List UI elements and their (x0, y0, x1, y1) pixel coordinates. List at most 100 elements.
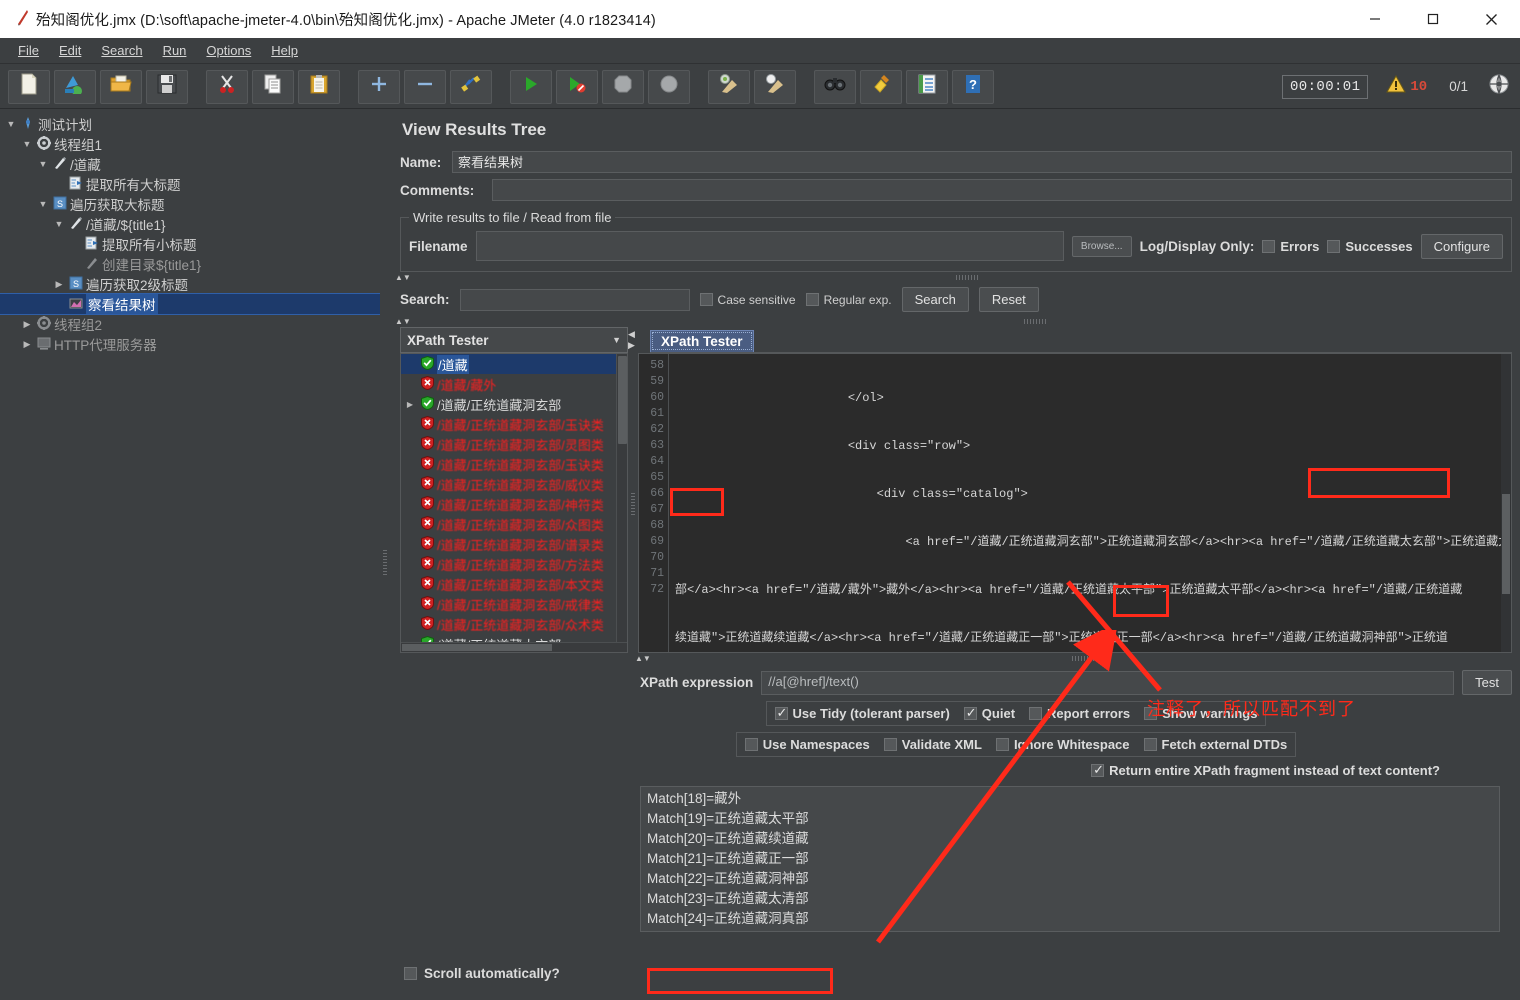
return-fragment-checkbox[interactable]: Return entire XPath fragment instead of … (1091, 762, 1440, 778)
scrollbar-thumb[interactable] (618, 356, 627, 444)
results-splitter[interactable] (628, 353, 638, 653)
copy-button[interactable] (252, 69, 294, 104)
filename-input[interactable] (475, 231, 1064, 261)
cut-button[interactable] (206, 69, 248, 104)
menu-file[interactable]: File (8, 41, 49, 60)
checkbox-box[interactable] (1143, 738, 1157, 751)
twisty-icon[interactable]: ▶ (20, 319, 34, 330)
list-item[interactable]: /道藏/正统道藏洞玄部/玉诀类 (401, 414, 627, 434)
tree-node-view-results-tree[interactable]: 察看结果树 (0, 293, 380, 315)
splitter-arrows-icon[interactable]: ▲▼ (395, 317, 411, 326)
ignore-whitespace-checkbox[interactable]: Ignore Whitespace (995, 737, 1130, 752)
twisty-icon[interactable]: ▼ (36, 199, 50, 209)
menu-search[interactable]: Search (91, 41, 152, 60)
validate-xml-checkbox[interactable]: Validate XML (883, 737, 982, 752)
twisty-icon[interactable]: ▼ (52, 219, 66, 229)
scrollbar-thumb[interactable] (402, 644, 552, 651)
response-code-viewer[interactable]: 58 59 60 61 62 63 64 65 66 67 68 69 70 7… (638, 353, 1512, 653)
test-plan-tree[interactable]: ▼ 测试计划 ▼ 线程组1 ▼ /道藏 提取所有大标题 ▼ S 遍历获取大标题 … (0, 110, 380, 1000)
checkbox-box[interactable] (699, 293, 713, 306)
list-item[interactable]: /道藏/正统道藏洞玄部/灵图类 (401, 434, 627, 454)
tree-node-foreach-major[interactable]: ▼ S 遍历获取大标题 (0, 194, 380, 214)
code-bottom-splitter[interactable]: ▲▼ (632, 653, 1512, 664)
lower-splitter[interactable]: ▲▼ (392, 316, 1520, 327)
tab-scroll-arrows[interactable]: ◀ ▶ (628, 327, 638, 353)
list-item[interactable]: /道藏 (401, 354, 627, 374)
stop-button[interactable] (602, 69, 644, 104)
list-item[interactable]: /道藏/正统道藏洞玄部/神符类 (401, 494, 627, 514)
tree-node-extract-major-titles[interactable]: 提取所有大标题 (0, 174, 380, 194)
case-sensitive-checkbox[interactable]: Case sensitive (699, 293, 796, 307)
reset-search-button[interactable] (860, 69, 902, 104)
templates-button[interactable] (54, 69, 96, 104)
twisty-icon[interactable]: ▼ (4, 119, 18, 129)
name-input[interactable]: 察看结果树 (452, 151, 1512, 173)
checkbox-box[interactable] (883, 738, 897, 751)
remote-globe-icon[interactable] (1488, 73, 1510, 100)
expand-all-button[interactable] (358, 69, 400, 104)
use-namespaces-checkbox[interactable]: Use Namespaces (744, 737, 870, 752)
sample-result-list[interactable]: /道藏 /道藏/藏外 ▶ /道藏/正统道藏洞玄部 /道藏/正统道藏洞玄部/玉诀类… (400, 353, 628, 653)
menu-help[interactable]: Help (261, 41, 308, 60)
tree-node-thread-group-1[interactable]: ▼ 线程组1 (0, 134, 380, 154)
menu-edit[interactable]: Edit (49, 41, 91, 60)
checkbox-box[interactable] (1091, 762, 1105, 777)
xpath-expression-input[interactable]: //a[@href]/text() (761, 670, 1455, 695)
checkbox-box[interactable] (805, 293, 819, 306)
list-item[interactable]: /道藏/正统道藏洞玄部/玉诀类 (401, 454, 627, 474)
toggle-button[interactable] (450, 69, 492, 104)
menu-run[interactable]: Run (153, 41, 197, 60)
regular-exp-checkbox[interactable]: Regular exp. (805, 293, 892, 307)
result-list-vertical-scrollbar[interactable] (616, 354, 627, 652)
collapse-all-button[interactable] (404, 69, 446, 104)
close-button[interactable] (1462, 0, 1520, 38)
list-item[interactable]: /道藏/正统道藏洞玄部/威仪类 (401, 474, 627, 494)
tab-xpath-tester[interactable]: XPath Tester (650, 330, 754, 352)
tree-node-create-dir[interactable]: 创建目录${title1} (0, 254, 380, 274)
maximize-button[interactable] (1404, 0, 1462, 38)
twisty-icon[interactable]: ▶ (403, 400, 417, 409)
checkbox-box[interactable] (404, 967, 417, 980)
upper-splitter[interactable]: ▲▼ (392, 272, 1520, 283)
renderer-combo[interactable]: XPath Tester ▼ (400, 327, 628, 353)
checkbox-box[interactable] (744, 738, 758, 751)
list-item[interactable]: /道藏/正统道藏洞玄部/谱录类 (401, 534, 627, 554)
twisty-icon[interactable]: ▶ (20, 339, 34, 350)
clear-button[interactable] (708, 69, 750, 104)
checkbox-box[interactable] (963, 705, 977, 720)
function-helper-button[interactable] (906, 69, 948, 104)
menu-options[interactable]: Options (196, 41, 261, 60)
tree-node-http-proxy-server[interactable]: ▶ HTTP代理服务器 (0, 334, 380, 354)
chevron-right-icon[interactable]: ▶ (628, 340, 638, 351)
twisty-icon[interactable]: ▼ (36, 159, 50, 169)
start-button[interactable] (510, 69, 552, 104)
help-button[interactable]: ? (952, 69, 994, 104)
search-button[interactable]: Search (901, 287, 969, 312)
scroll-automatically-checkbox[interactable]: Scroll automatically? (404, 966, 560, 981)
open-button[interactable] (100, 69, 142, 104)
browse-button[interactable]: Browse... (1071, 235, 1132, 257)
checkbox-box[interactable] (995, 738, 1009, 751)
warning-indicator[interactable]: 10 (1386, 74, 1427, 98)
checkbox-box[interactable] (774, 705, 788, 720)
clear-all-button[interactable] (754, 69, 796, 104)
chevron-down-icon[interactable]: ▼ (612, 335, 621, 345)
search-tree-button[interactable] (814, 69, 856, 104)
use-tidy-checkbox[interactable]: Use Tidy (tolerant parser) (774, 705, 950, 721)
tree-node-foreach-level2[interactable]: ▶ S 遍历获取2级标题 (0, 274, 380, 294)
test-button[interactable]: Test (1462, 670, 1512, 695)
checkbox-box[interactable] (1029, 707, 1043, 720)
checkbox-box[interactable] (1262, 239, 1276, 253)
successes-checkbox[interactable]: Successes (1327, 239, 1413, 254)
scrollbar-thumb[interactable] (1502, 494, 1510, 594)
shutdown-button[interactable] (648, 69, 690, 104)
code-text[interactable]: </ol> <div class="row"> <div class="cata… (669, 354, 1511, 652)
list-item[interactable]: /道藏/正统道藏洞玄部/本文类 (401, 574, 627, 594)
xpath-match-results[interactable]: Match[18]=藏外 Match[19]=正统道藏太平部 Match[20]… (640, 786, 1500, 932)
configure-button[interactable]: Configure (1420, 233, 1503, 259)
list-item[interactable]: ▶ /道藏/正统道藏洞玄部 (401, 394, 627, 414)
splitter-grip[interactable] (1023, 319, 1046, 324)
minimize-button[interactable] (1346, 0, 1404, 38)
checkbox-box[interactable] (1327, 239, 1341, 253)
tree-node-thread-group-2[interactable]: ▶ 线程组2 (0, 314, 380, 334)
